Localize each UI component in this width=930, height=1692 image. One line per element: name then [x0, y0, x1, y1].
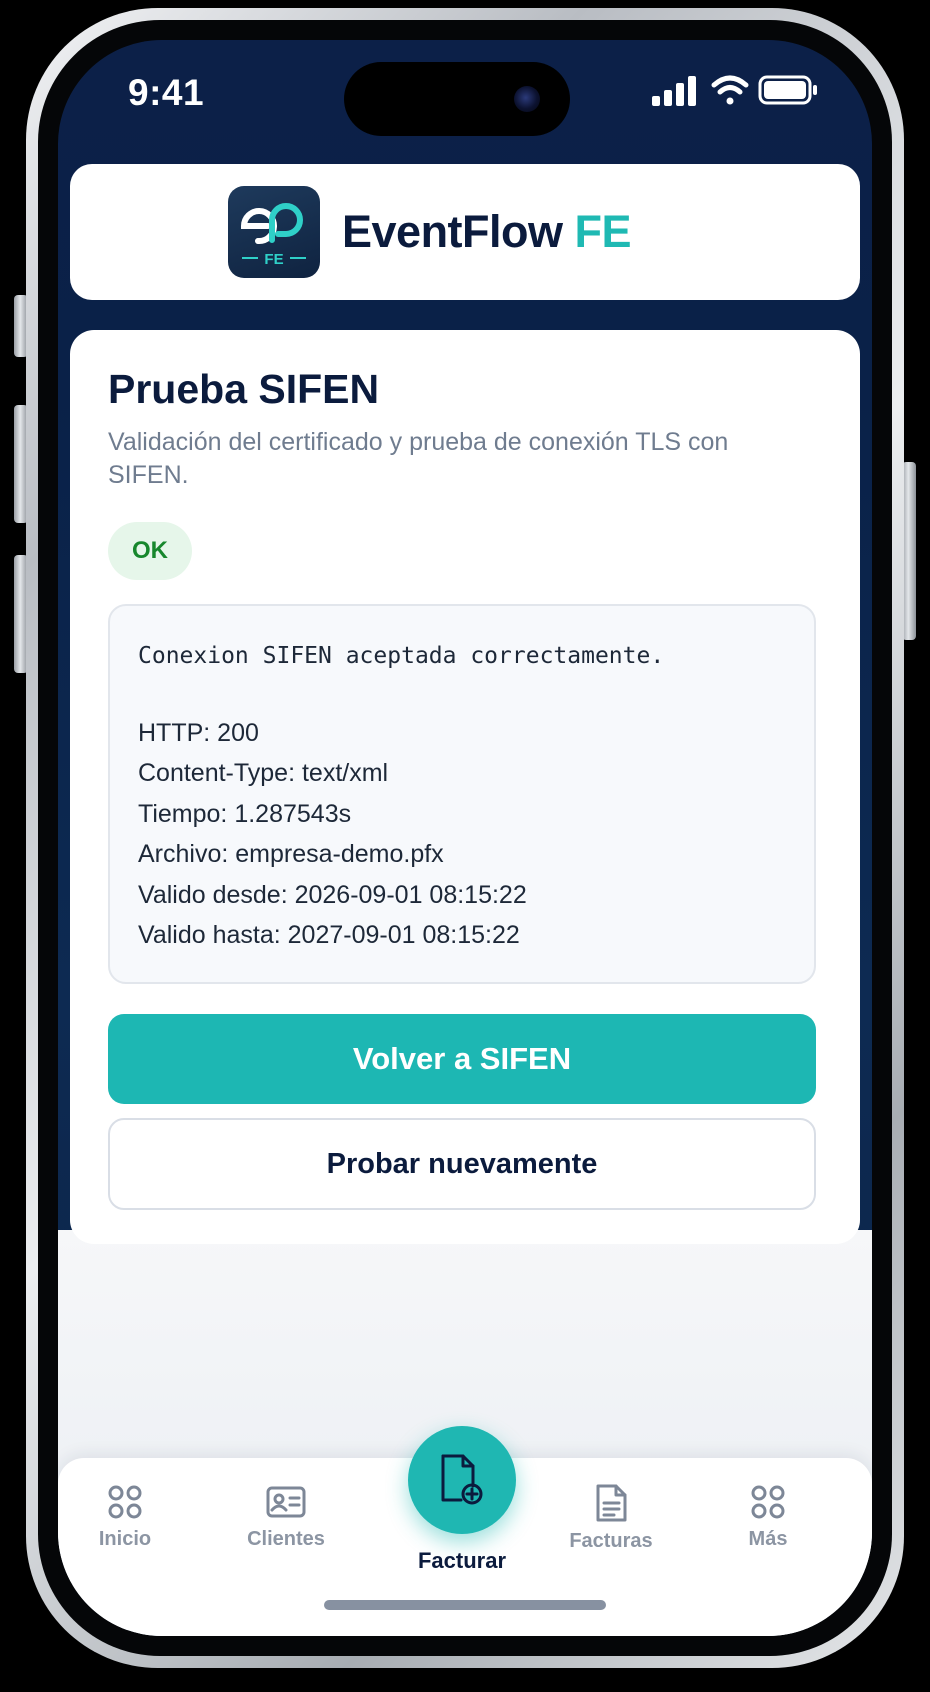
status-badge: OK [108, 522, 192, 580]
home-indicator [324, 1600, 606, 1610]
app-header: FE EventFlow FE [70, 164, 860, 300]
add-document-icon [441, 1454, 483, 1505]
status-time: 9:41 [128, 72, 205, 113]
dynamic-island [344, 62, 570, 136]
grid-icon [108, 1485, 142, 1519]
tab-label-clientes: Clientes [247, 1528, 325, 1550]
back-to-sifen-button[interactable]: Volver a SIFEN [108, 1014, 816, 1104]
result-content-type: Content-Type: text/xml [138, 759, 389, 787]
power-button [902, 462, 916, 640]
cellular-signal-icon [652, 76, 696, 106]
front-camera-icon [514, 86, 540, 112]
brand-name-text: EventFlow [342, 206, 563, 257]
tab-label-inicio: Inicio [98, 1528, 152, 1550]
result-file: Archivo: empresa-demo.pfx [138, 840, 444, 868]
wifi-icon [711, 75, 749, 105]
result-valid-from: Valido desde: 2026-09-01 08:15:22 [138, 880, 527, 909]
tab-label-mas: Más [748, 1528, 788, 1550]
id-card-icon [266, 1486, 306, 1518]
result-spacer [138, 677, 786, 713]
grid-icon [751, 1485, 785, 1519]
document-icon [596, 1484, 627, 1522]
result-valid-to: Valido hasta: 2027-09-01 08:15:22 [138, 921, 520, 949]
result-output: Conexion SIFEN aceptada correctamente. H… [108, 604, 816, 984]
brand-suffix: FE [574, 206, 632, 257]
page-subtitle: Validación del certificado y prueba de c… [108, 428, 729, 489]
tab-label-facturas: Facturas [569, 1530, 653, 1552]
app-logo-icon: FE [228, 186, 320, 278]
tab-mas[interactable]: Más [703, 1484, 833, 1551]
tab-label-facturar: Facturar [417, 1548, 507, 1573]
tab-facturar[interactable] [408, 1426, 516, 1534]
tab-clientes[interactable]: Clientes [221, 1484, 351, 1551]
tab-facturas[interactable]: Facturas [546, 1484, 676, 1553]
brand-name: EventFlow FE [342, 206, 632, 258]
result-time: Tiempo: 1.287543s [138, 799, 352, 828]
status-icons [652, 74, 822, 106]
status-icons-graphic [652, 75, 817, 106]
battery-icon [758, 75, 817, 105]
logo-graphic: FE [240, 203, 306, 268]
retry-button[interactable]: Probar nuevamente [108, 1118, 816, 1210]
page-title: Prueba SIFEN [108, 366, 380, 412]
sifen-test-card: Prueba SIFEN Validación del certificado … [70, 330, 860, 1244]
phone-screen: 9:41 FE EventFlow FE Prueba SIFEN Valida… [58, 40, 872, 1636]
tab-inicio[interactable]: Inicio [60, 1484, 190, 1551]
logo-badge-text: FE [264, 251, 283, 268]
result-http: HTTP: 200 [138, 718, 259, 747]
result-message: Conexion SIFEN aceptada correctamente. [138, 643, 665, 669]
